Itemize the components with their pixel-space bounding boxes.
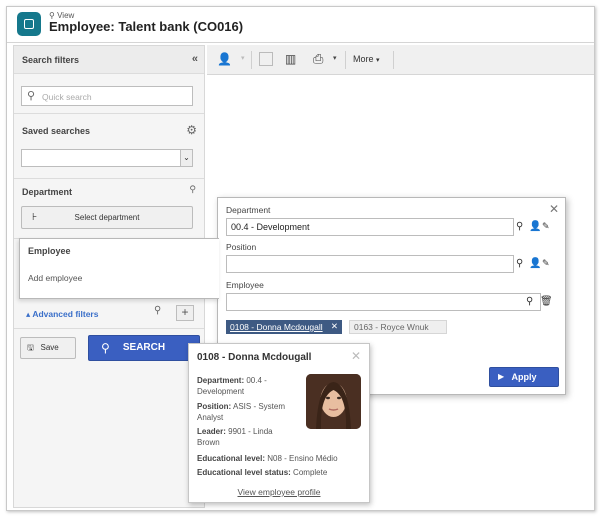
broom-icon[interactable]: ⚲ bbox=[189, 184, 196, 195]
profile-position-label: Position: bbox=[197, 402, 232, 411]
employee-chip[interactable]: 0163 - Royce Wnuk bbox=[349, 320, 447, 334]
employee-field-label: Employee bbox=[226, 280, 264, 290]
more-label: More bbox=[353, 54, 374, 64]
print-icon[interactable]: ⎙ bbox=[313, 51, 323, 67]
chevron-down-icon: ⌄ bbox=[180, 150, 192, 166]
collapse-icon[interactable]: « bbox=[192, 53, 198, 65]
search-icon[interactable]: ⚲ bbox=[526, 296, 538, 309]
user-icon[interactable]: 👤 bbox=[529, 258, 541, 271]
search-label: SEARCH bbox=[122, 342, 166, 353]
advanced-filters-label: Advanced filters bbox=[32, 309, 99, 319]
more-menu[interactable]: More ▾ bbox=[353, 54, 380, 64]
apply-label: Apply bbox=[511, 372, 537, 382]
close-icon[interactable]: ✕ bbox=[331, 321, 338, 332]
select-department-button[interactable]: ⊦ Select department bbox=[21, 206, 193, 229]
tree-icon: ⊦ bbox=[32, 212, 38, 223]
save-label: Save bbox=[40, 343, 59, 352]
employee-chip-label[interactable]: 0108 - Donna Mcdougall bbox=[230, 322, 323, 332]
dropdown-caret-icon[interactable]: ▾ bbox=[241, 54, 245, 62]
trash-icon[interactable]: 🗑 bbox=[540, 296, 553, 309]
profile-edu-value: N08 - Ensino Médio bbox=[267, 454, 338, 463]
advanced-filters-toggle[interactable]: ▴ Advanced filters bbox=[26, 309, 98, 320]
app-icon bbox=[17, 12, 41, 36]
dropdown-caret-icon[interactable]: ▾ bbox=[333, 54, 337, 62]
department-field[interactable]: 00.4 - Development bbox=[226, 218, 514, 236]
profile-leader: Leader: 9901 - Linda Brown bbox=[197, 426, 297, 448]
apply-button[interactable]: ▶ Apply bbox=[489, 367, 559, 387]
profile-edu-label: Educational level: bbox=[197, 454, 266, 463]
save-button[interactable]: 🖫 Save bbox=[20, 337, 76, 359]
dropdown-caret-icon: ▾ bbox=[376, 57, 380, 64]
toolbar-divider bbox=[393, 51, 394, 69]
plus-icon: + bbox=[181, 305, 189, 319]
save-icon: 🖫 bbox=[27, 343, 34, 352]
profile-position: Position: ASIS - System Analyst bbox=[197, 401, 297, 423]
department-field-label: Department bbox=[226, 205, 271, 215]
search-icon[interactable]: ⚲ bbox=[516, 258, 528, 271]
saved-searches-section: Saved searches ⚙ ⌄ bbox=[14, 114, 204, 179]
filters-header: Search filters « bbox=[14, 46, 204, 74]
profile-department: Department: 00.4 - Development bbox=[197, 375, 297, 397]
profile-department-label: Department: bbox=[197, 376, 245, 385]
page-title: Employee: Talent bank (CO016) bbox=[49, 19, 244, 34]
close-icon[interactable]: ✕ bbox=[549, 202, 559, 216]
gear-icon[interactable]: ⚙ bbox=[186, 123, 197, 137]
employee-flyout-title: Employee bbox=[28, 246, 71, 256]
employee-photo bbox=[306, 374, 361, 429]
quick-search-input[interactable]: ⚲ Quick search bbox=[21, 86, 193, 106]
employee-profile-card: 0108 - Donna Mcdougall ✕ Department: 00.… bbox=[188, 343, 370, 503]
department-label: Department bbox=[22, 187, 73, 197]
user-icon[interactable]: 👤 bbox=[529, 221, 541, 234]
profile-leader-label: Leader: bbox=[197, 427, 226, 436]
filters-title: Search filters bbox=[22, 55, 80, 65]
add-filter-button[interactable]: + bbox=[176, 305, 194, 321]
employee-chip[interactable]: 0108 - Donna Mcdougall ✕ bbox=[226, 320, 342, 334]
quick-search-section: ⚲ Quick search bbox=[14, 74, 204, 114]
search-icon[interactable]: ⚲ bbox=[516, 221, 528, 234]
avatar bbox=[306, 374, 361, 429]
toolbar-divider bbox=[251, 51, 252, 69]
profile-edu: Educational level: N08 - Ensino Médio bbox=[197, 453, 367, 464]
search-icon: ⚲ bbox=[101, 341, 110, 355]
advanced-filters-section: ▴ Advanced filters ⚲ + bbox=[14, 299, 204, 329]
select-department-label: Select department bbox=[74, 213, 140, 222]
profile-edu-status-value: Complete bbox=[293, 468, 328, 477]
window: ⚲ View Employee: Talent bank (CO016) Sea… bbox=[6, 6, 595, 511]
employee-flyout: Employee Add employee bbox=[19, 238, 219, 299]
user-icon[interactable]: 👤 bbox=[217, 52, 232, 66]
window-icon[interactable] bbox=[259, 52, 273, 66]
view-profile-link[interactable]: View employee profile bbox=[189, 487, 369, 497]
close-icon[interactable]: ✕ bbox=[351, 349, 361, 363]
search-icon: ⚲ bbox=[27, 90, 36, 102]
profile-edu-status-label: Educational level status: bbox=[197, 468, 291, 477]
add-employee-link[interactable]: Add employee bbox=[28, 273, 82, 283]
broom-icon[interactable]: ⚲ bbox=[154, 305, 161, 316]
toolbar-divider bbox=[345, 51, 346, 69]
department-section: Department ⚲ ⊦ Select department bbox=[14, 179, 204, 239]
profile-edu-status: Educational level status: Complete bbox=[197, 467, 367, 478]
chart-icon[interactable]: ▥ bbox=[285, 52, 296, 66]
broom-icon[interactable]: ✎ bbox=[542, 258, 554, 271]
position-field[interactable] bbox=[226, 255, 514, 273]
employee-field[interactable] bbox=[226, 293, 541, 311]
broom-icon[interactable]: ✎ bbox=[542, 221, 554, 234]
toolbar: 👤 ▾ ▥ ⎙ ▾ More ▾ bbox=[207, 45, 594, 75]
quick-search-placeholder: Quick search bbox=[42, 92, 92, 102]
play-icon: ▶ bbox=[498, 372, 505, 381]
profile-name: 0108 - Donna Mcdougall bbox=[197, 352, 312, 363]
saved-searches-label: Saved searches bbox=[22, 126, 91, 136]
employee-chip-label[interactable]: 0163 - Royce Wnuk bbox=[354, 322, 429, 332]
saved-searches-select[interactable]: ⌄ bbox=[21, 149, 193, 167]
position-field-label: Position bbox=[226, 242, 257, 252]
page-header: ⚲ View Employee: Talent bank (CO016) bbox=[7, 7, 594, 43]
caret-up-icon: ▴ bbox=[26, 309, 31, 319]
search-button[interactable]: ⚲ SEARCH bbox=[88, 335, 200, 361]
